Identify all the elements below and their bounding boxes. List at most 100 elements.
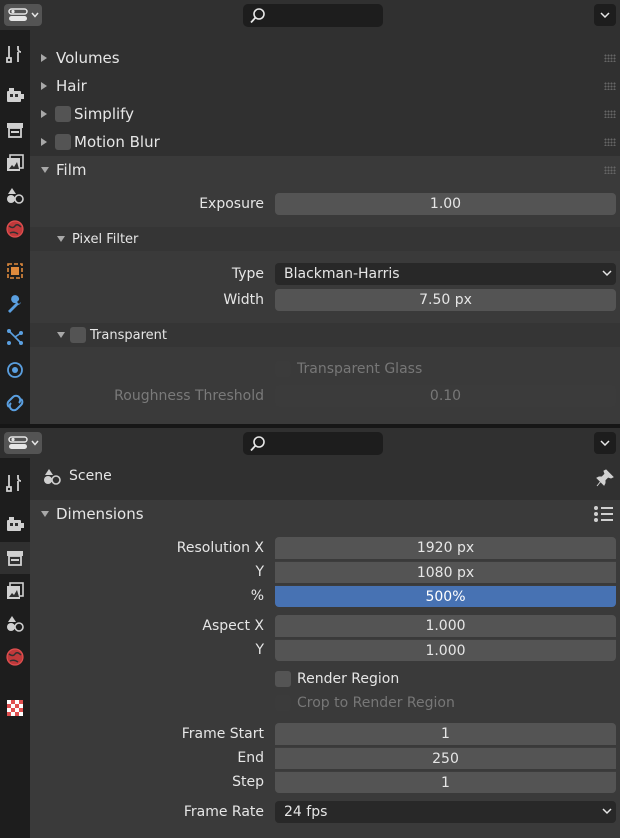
crop-region-toggle[interactable]: Crop to Render Region [275,695,455,711]
context-breadcrumb: Scene [30,458,620,492]
frame-end-row: End 250 [30,747,620,769]
filter-width-row: Width 7.50 px [30,289,620,311]
scene-icon [44,469,61,485]
resolution-x-row: Resolution X 1920 px [30,537,620,559]
transparent-glass-checkbox[interactable] [275,361,291,377]
filter-type-value: Blackman-Harris [284,266,400,282]
crop-region-row: Crop to Render Region [30,693,620,715]
options-dropdown-button[interactable] [594,4,616,26]
properties-tab-bar [0,30,30,424]
tab-constraints[interactable] [0,387,30,419]
panel-hair[interactable]: Hair [30,72,620,100]
tab-render[interactable] [0,509,30,541]
frame-rate-label: Frame Rate [183,804,264,820]
render-region-toggle[interactable]: Render Region [275,671,399,687]
film-panel-body: Exposure 1.00 Pixel Filter Type Blackman… [30,184,620,424]
editor-type-button[interactable] [4,4,42,26]
drag-grip-icon[interactable] [604,166,616,174]
tab-output[interactable] [0,114,30,146]
filter-type-dropdown[interactable]: Blackman-Harris [275,263,616,285]
exposure-field[interactable]: 1.00 [275,193,616,215]
crop-region-label: Crop to Render Region [297,695,455,711]
frame-step-field[interactable]: 1 [275,771,616,793]
frame-start-field[interactable]: 1 [275,723,616,745]
expanded-arrow-icon [41,167,49,173]
frame-rate-value: 24 fps [284,804,328,820]
panel-label: Film [56,161,87,179]
editor-type-button[interactable] [4,432,42,454]
modifier-icon [8,295,21,313]
panel-volumes[interactable]: Volumes [30,44,620,72]
type-label: Type [231,266,264,282]
chevron-down-icon [602,270,612,277]
tab-output[interactable] [0,542,30,574]
tab-view-layer[interactable] [0,575,30,607]
tab-scene[interactable] [0,180,30,212]
view-layer-icon [7,154,24,171]
tab-render[interactable] [0,80,30,112]
frame-start-row: Frame Start 1 [30,723,620,745]
simplify-checkbox[interactable] [55,106,71,122]
tab-world[interactable] [0,213,30,245]
drag-grip-icon[interactable] [604,54,616,62]
tool-icon [6,46,22,63]
top-editor-header [0,0,620,30]
resolution-y-field[interactable]: 1080 px [275,561,616,583]
drag-grip-icon[interactable] [604,138,616,146]
transparent-checkbox[interactable] [70,327,86,343]
drag-grip-icon[interactable] [604,110,616,118]
tab-tool[interactable] [0,467,30,499]
frame-step-row: Step 1 [30,771,620,793]
options-dropdown-button[interactable] [594,432,616,454]
resolution-x-field[interactable]: 1920 px [275,537,616,559]
panel-label: Simplify [74,105,135,123]
search-input[interactable] [243,432,383,455]
aspect-x-field[interactable]: 1.000 [275,615,616,637]
frame-rate-dropdown[interactable]: 24 fps [275,801,616,823]
tab-particles[interactable] [0,321,30,353]
filter-width-field[interactable]: 7.50 px [275,289,616,311]
tool-icon [6,475,22,492]
exposure-label: Exposure [199,196,264,212]
panel-film[interactable]: Film [30,156,620,184]
tab-texture[interactable] [0,692,30,724]
panel-simplify[interactable]: Simplify [30,100,620,128]
tab-view-layer[interactable] [0,147,30,179]
crop-region-checkbox[interactable] [275,695,291,711]
world-icon [6,220,24,238]
resolution-percent-label: % [250,588,264,604]
tab-physics[interactable] [0,354,30,386]
transparent-glass-row: Transparent Glass [30,359,620,381]
motion-blur-checkbox[interactable] [55,134,71,150]
subpanel-transparent[interactable]: Transparent [30,323,620,347]
render-region-row: Render Region [30,669,620,691]
tab-modifier[interactable] [0,288,30,320]
subpanel-pixel-filter[interactable]: Pixel Filter [30,227,620,251]
bottom-editor-header [0,428,620,458]
output-icon [7,551,23,566]
properties-editor-icon [7,8,28,21]
aspect-y-field[interactable]: 1.000 [275,639,616,661]
drag-grip-icon[interactable] [604,82,616,90]
tab-tool[interactable] [0,38,30,70]
transparent-glass-toggle[interactable]: Transparent Glass [275,361,422,377]
pin-icon[interactable] [596,469,614,487]
frame-end-field[interactable]: 250 [275,747,616,769]
presets-list-icon[interactable] [593,505,615,523]
tab-scene[interactable] [0,608,30,640]
render-region-label: Render Region [297,671,400,687]
tab-object[interactable] [0,255,30,287]
roughness-threshold-field[interactable]: 0.10 [275,385,616,407]
render-region-checkbox[interactable] [275,671,291,687]
search-input[interactable] [243,4,383,27]
render-icon [7,88,24,102]
panel-label: Volumes [56,49,120,67]
properties-editor-icon [7,436,28,449]
resolution-percent-slider[interactable]: 500% [275,585,616,607]
panel-dimensions[interactable]: Dimensions [30,500,620,528]
transparent-glass-label: Transparent Glass [297,361,423,377]
panel-motion-blur[interactable]: Motion Blur [30,128,620,156]
roughness-threshold-row: Roughness Threshold 0.10 [30,385,620,407]
tab-world[interactable] [0,641,30,673]
properties-tab-bar [0,458,30,838]
